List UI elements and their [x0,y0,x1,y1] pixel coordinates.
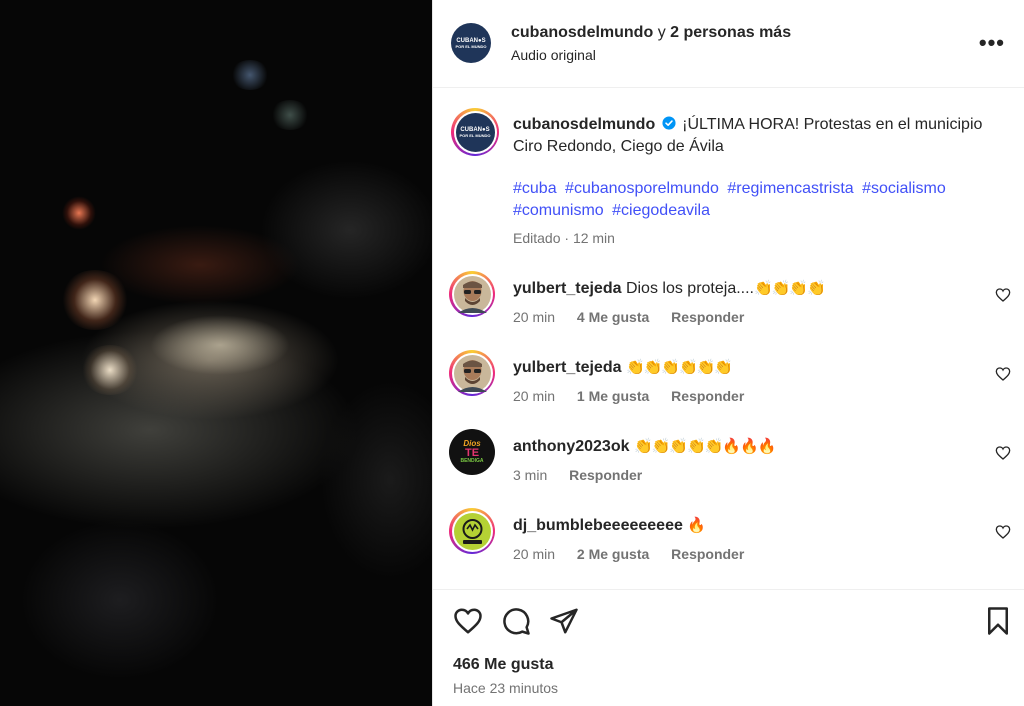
comment-time[interactable]: 20 min [513,309,555,325]
caption-text-block: cubanosdelmundo ¡ÚLTIMA HORA! Protestas … [513,114,1013,158]
reply-button[interactable]: Responder [671,546,744,562]
avatar-text: BENDIGA [460,458,484,464]
comment-likes[interactable]: 1 Me gusta [577,388,649,404]
comment-heart-icon[interactable] [995,287,1011,303]
verified-badge-icon [662,116,676,130]
hashtag-list: #cuba #cubanosporelmundo #regimencastris… [513,178,1003,222]
comment-meta: 20 min 2 Me gusta Responder [513,546,762,562]
logo-text: CUBAN●S [456,37,486,44]
share-icon[interactable] [549,606,579,636]
header-user-line: cubanosdelmundo y 2 personas más [511,24,791,42]
comment-text: yulbert_tejeda Dios los proteja....👏👏👏👏 [513,278,826,299]
comment-text: dj_bumblebeeeeeeeee 🔥 [513,515,706,536]
comment-heart-icon[interactable] [995,445,1011,461]
hashtag-link[interactable]: #ciegodeavila [612,202,710,219]
comment-body: Dios los proteja.... [625,280,754,297]
dj-logo-icon [453,512,491,550]
comment-icon[interactable] [501,606,531,636]
comment-username[interactable]: dj_bumblebeeeeeeeee [513,517,683,534]
comment-item: Dios TE BENDIGA anthony2023ok 👏👏👏👏👏🔥🔥🔥 3… [433,429,1024,499]
comment-likes[interactable]: 4 Me gusta [577,309,649,325]
hashtag-link[interactable]: #comunismo [513,202,604,219]
hashtag-link[interactable]: #cubanosporelmundo [565,180,719,197]
comment-meta: 3 min Responder [513,467,660,483]
person-photo-icon [453,275,491,313]
post-time[interactable]: Hace 23 minutos [453,680,558,696]
comment-item: dj_bumblebeeeeeeeee 🔥 20 min 2 Me gusta … [433,508,1024,578]
comment-username[interactable]: yulbert_tejeda [513,280,621,297]
hashtag-link[interactable]: #cuba [513,180,557,197]
comment-username[interactable]: anthony2023ok [513,438,629,455]
comment-meta: 20 min 4 Me gusta Responder [513,309,762,325]
caption-avatar[interactable]: CUBAN●S POR EL MUNDO [451,108,499,156]
caption-meta: Editado · 12 min [513,230,615,246]
caption-username[interactable]: cubanosdelmundo [513,116,655,133]
reply-button[interactable]: Responder [569,467,642,483]
header-username[interactable]: cubanosdelmundo [511,24,653,41]
reply-button[interactable]: Responder [671,388,744,404]
comment-text: anthony2023ok 👏👏👏👏👏🔥🔥🔥 [513,436,776,457]
clap-fire-emoji: 👏👏👏👏👏🔥🔥🔥 [633,437,776,455]
person-photo-icon [453,354,491,392]
heart-icon[interactable] [453,606,483,636]
fire-emoji: 🔥 [687,516,706,534]
logo-text: CUBAN●S [460,126,490,133]
comment-heart-icon[interactable] [995,366,1011,382]
author-avatar[interactable]: CUBAN●S POR EL MUNDO [451,23,491,63]
commenter-avatar[interactable] [449,508,495,554]
hashtag-link[interactable]: #socialismo [862,180,946,197]
comment-time[interactable]: 20 min [513,388,555,404]
post-video[interactable] [0,0,432,706]
reply-button[interactable]: Responder [671,309,744,325]
comment-username[interactable]: yulbert_tejeda [513,359,621,376]
audio-label[interactable]: Audio original [511,47,596,63]
commenter-avatar[interactable] [449,350,495,396]
post-header: CUBAN●S POR EL MUNDO cubanosdelmundo y 2… [433,0,1024,88]
comment-likes[interactable]: 2 Me gusta [577,546,649,562]
comment-time[interactable]: 20 min [513,546,555,562]
header-others[interactable]: 2 personas más [670,24,791,41]
like-count[interactable]: 466 Me gusta [453,656,553,674]
logo-subtext: POR EL MUNDO [455,43,487,49]
commenter-avatar[interactable] [449,271,495,317]
comment-heart-icon[interactable] [995,524,1011,540]
more-icon[interactable]: ••• [979,30,1005,56]
comment-meta: 20 min 1 Me gusta Responder [513,388,762,404]
clap-emoji: 👏👏👏👏👏👏 [625,358,733,376]
hashtag-link[interactable]: #regimencastrista [727,180,853,197]
comment-text: yulbert_tejeda 👏👏👏👏👏👏 [513,357,733,378]
header-connector: y [657,24,666,41]
edited-label: Editado [513,230,561,246]
post-actions: 466 Me gusta Hace 23 minutos [433,589,1024,706]
comment-item: yulbert_tejeda 👏👏👏👏👏👏 20 min 1 Me gusta … [433,350,1024,420]
caption-time[interactable]: 12 min [573,230,615,246]
logo-subtext: POR EL MUNDO [459,132,491,138]
post-panel: CUBAN●S POR EL MUNDO cubanosdelmundo y 2… [432,0,1024,706]
save-icon[interactable] [983,606,1013,636]
commenter-avatar[interactable]: Dios TE BENDIGA [449,429,495,475]
comment-item: yulbert_tejeda Dios los proteja....👏👏👏👏 … [433,271,1024,341]
clap-emoji: 👏👏👏👏 [754,279,826,297]
comment-time[interactable]: 3 min [513,467,547,483]
